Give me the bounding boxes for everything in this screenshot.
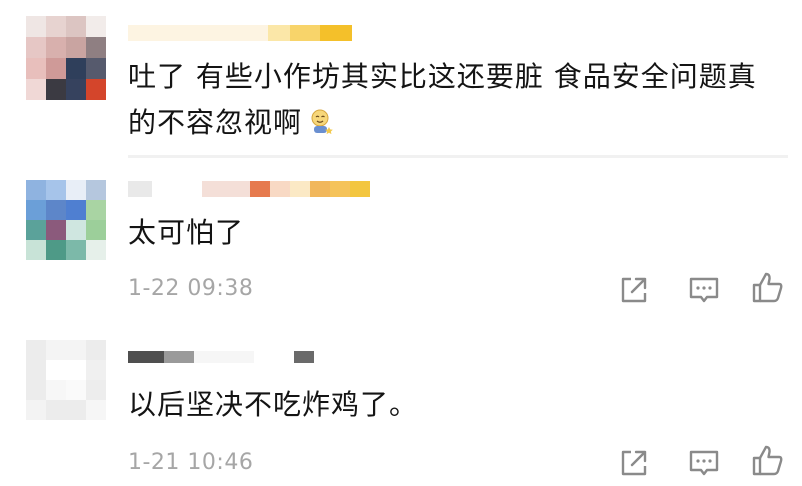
reply-button[interactable] <box>686 445 722 481</box>
share-button[interactable] <box>616 272 652 308</box>
username-blurred[interactable] <box>128 22 352 44</box>
like-button[interactable] <box>750 270 786 306</box>
comment-text: 的不容忽视啊 <box>128 100 336 146</box>
timestamp: 1-22 09:38 <box>128 276 254 301</box>
avatar[interactable] <box>26 16 106 100</box>
thumbs-up-icon <box>752 272 783 303</box>
avatar[interactable] <box>26 340 106 420</box>
avatar[interactable] <box>26 180 106 260</box>
thumbs-up-icon <box>752 445 783 476</box>
smiling-figure-emoji <box>308 104 336 135</box>
username-blurred[interactable] <box>128 346 314 368</box>
like-button[interactable] <box>750 443 786 479</box>
divider <box>128 155 788 158</box>
username-blurred[interactable] <box>128 178 370 200</box>
comment-icon <box>689 450 719 476</box>
share-icon <box>621 277 647 303</box>
share-icon <box>621 450 647 476</box>
comment-text: 太可怕了 <box>128 216 245 249</box>
share-button[interactable] <box>616 445 652 481</box>
timestamp: 1-21 10:46 <box>128 450 254 475</box>
comment-text: 吐了 有些小作坊其实比这还要脏 食品安全问题真 <box>128 60 757 93</box>
comment-text: 以后坚决不吃炸鸡了。 <box>128 388 419 421</box>
reply-button[interactable] <box>686 272 722 308</box>
comment-icon <box>689 277 719 303</box>
